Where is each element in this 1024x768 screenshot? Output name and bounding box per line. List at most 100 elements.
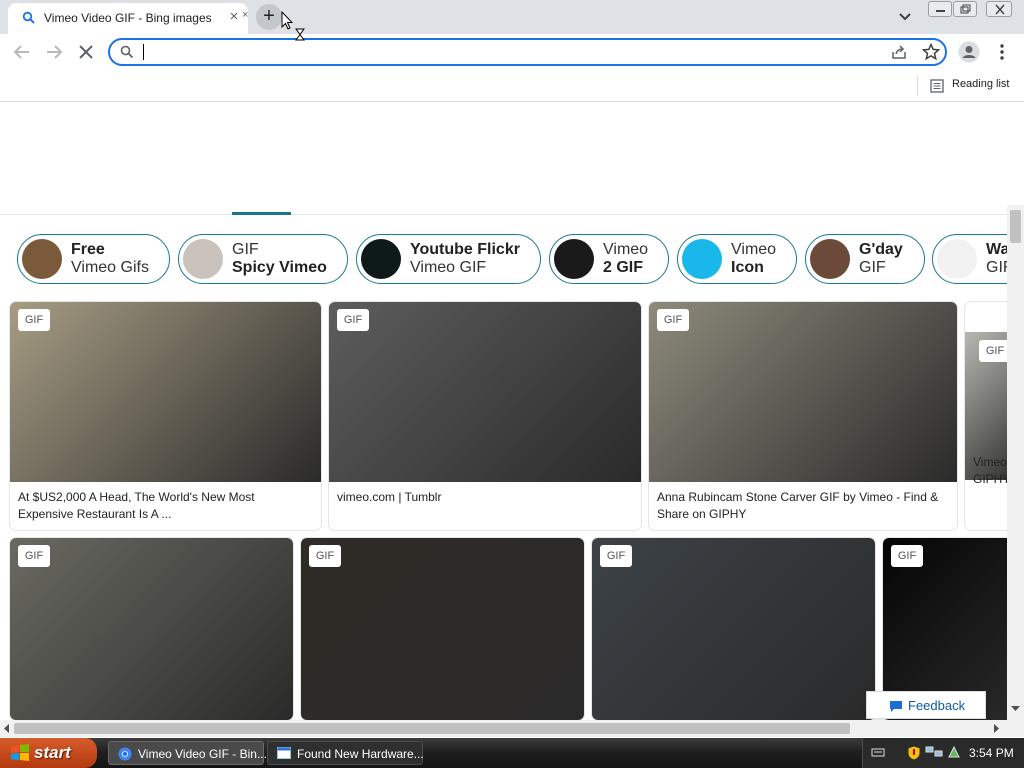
system-tray: 3:54 PM: [862, 738, 1024, 768]
chip-thumbnail: [937, 239, 977, 279]
taskbar-item-label: Vimeo Video GIF - Bin...: [138, 747, 267, 761]
related-search-chip[interactable]: GIF Spicy Vimeo: [178, 234, 348, 284]
result-thumbnail[interactable]: [10, 302, 321, 482]
window-close-button[interactable]: [986, 1, 1012, 17]
tab-close-icon[interactable]: ×: [242, 9, 248, 21]
result-caption[interactable]: Anna Rubincam Stone Carver GIF by Vimeo …: [657, 489, 949, 523]
start-button[interactable]: start: [0, 738, 97, 768]
taskbar-item-hardware[interactable]: Found New Hardware...: [267, 741, 424, 765]
scroll-right-arrow-icon[interactable]: [994, 724, 1000, 733]
chip-thumbnail: [22, 239, 62, 279]
tab-title: Vimeo Video GIF - Bing images: [44, 11, 212, 25]
address-input[interactable]: [142, 43, 872, 61]
related-search-chip[interactable]: Free Vimeo Gifs: [17, 234, 170, 284]
image-result-card[interactable]: GIF Anna Rubincam Stone Carver GIF by Vim…: [649, 302, 957, 530]
horizontal-scrollbar[interactable]: [0, 720, 1024, 737]
chip-label-line1: Wa: [986, 241, 1007, 258]
window-restore-button[interactable]: [953, 1, 977, 17]
gif-badge: GIF: [891, 545, 923, 567]
restore-icon: [960, 4, 971, 14]
chip-thumbnail: [554, 239, 594, 279]
stop-loading-icon[interactable]: [75, 41, 97, 63]
vertical-scrollbar[interactable]: [1007, 205, 1024, 720]
result-caption[interactable]: At $US2,000 A Head, The World's New Most…: [18, 489, 313, 523]
gif-badge: GIF: [18, 309, 50, 331]
feedback-label: Feedback: [908, 698, 966, 713]
security-shield-icon[interactable]: [907, 745, 921, 761]
image-result-card[interactable]: GIF: [301, 538, 584, 720]
window-minimize-button[interactable]: [928, 1, 952, 17]
related-search-chip[interactable]: Youtube Flickr Vimeo GIF: [356, 234, 541, 284]
related-searches: Free Vimeo Gifs GIF Spicy Vimeo Youtube Flic…: [0, 234, 1007, 286]
windows-logo-icon: [11, 744, 29, 761]
keyboard-icon[interactable]: [871, 745, 885, 759]
related-search-chip[interactable]: G'day GIF: [805, 234, 925, 284]
taskbar-item-label: Found New Hardware...: [297, 747, 424, 761]
tab-close-icon[interactable]: ×: [226, 9, 242, 25]
related-search-chip[interactable]: Vimeo 2 GIF: [549, 234, 669, 284]
taskbar-item-browser[interactable]: Vimeo Video GIF - Bin...: [108, 741, 267, 765]
chip-label-line2: Vimeo GIF: [410, 259, 487, 276]
active-scope-indicator: [232, 212, 291, 215]
chip-thumbnail: [183, 239, 223, 279]
back-arrow-icon[interactable]: [11, 41, 33, 63]
image-result-card[interactable]: GIF vimeo.com | Tumblr: [329, 302, 641, 530]
forward-arrow-icon[interactable]: [43, 41, 65, 63]
result-thumbnail[interactable]: [10, 538, 293, 720]
chip-label-line2: Vimeo Gifs: [71, 259, 149, 276]
gif-badge: GIF: [600, 545, 632, 567]
chip-label-line2: 2 GIF: [603, 259, 644, 276]
window-icon: [277, 747, 291, 759]
chip-label-line2: GIF: [859, 259, 886, 276]
image-result-card[interactable]: GIF At $US2,000 A Head, The World's New M…: [10, 302, 321, 530]
result-thumbnail[interactable]: [301, 538, 584, 720]
scroll-left-arrow-icon[interactable]: [4, 724, 10, 733]
browser-tab-active[interactable]: Vimeo Video GIF - Bing images ×: [8, 3, 248, 34]
image-result-card[interactable]: GIF: [592, 538, 875, 720]
browser-toolbar: [0, 34, 1024, 70]
image-result-card[interactable]: GIF: [10, 538, 293, 720]
search-favicon-icon: [22, 11, 35, 24]
reading-list-icon: [930, 79, 944, 93]
chip-label-line1: Youtube Flickr: [410, 241, 520, 258]
page-content: Free Vimeo Gifs GIF Spicy Vimeo Youtube Flic…: [0, 103, 1007, 720]
result-thumbnail[interactable]: [649, 302, 957, 482]
gif-badge: GIF: [657, 309, 689, 331]
vertical-scrollbar-thumb[interactable]: [1010, 210, 1021, 243]
mouse-pointer-icon: [281, 11, 293, 30]
system-clock[interactable]: 3:54 PM: [969, 746, 1014, 760]
new-tab-button[interactable]: +: [256, 4, 282, 30]
bookmark-star-icon[interactable]: [922, 43, 940, 61]
profile-avatar-button[interactable]: [958, 41, 980, 63]
related-search-chip[interactable]: Vimeo Icon: [677, 234, 797, 284]
reading-list-label: Reading list: [952, 78, 1010, 90]
tab-search-chevron-icon[interactable]: [896, 9, 914, 25]
screen: Vimeo Video GIF - Bing images × × + Read…: [0, 0, 1024, 768]
network-icon[interactable]: [925, 745, 943, 759]
result-thumbnail[interactable]: [329, 302, 641, 482]
related-search-chip[interactable]: WaGIF: [932, 234, 1007, 284]
chip-label-line1: Vimeo: [731, 241, 777, 258]
image-result-card[interactable]: GIF Vimeo GIPHY: [965, 302, 1007, 530]
result-caption[interactable]: vimeo.com | Tumblr: [337, 489, 633, 506]
bookmarks-divider: [917, 76, 918, 96]
gif-badge: GIF: [309, 545, 341, 567]
kebab-menu-icon[interactable]: [994, 42, 1010, 62]
address-bar[interactable]: [108, 38, 947, 66]
gif-badge: GIF: [18, 545, 50, 567]
gif-badge: GIF: [979, 340, 1007, 362]
chip-label-line1: Vimeo: [603, 241, 649, 258]
share-icon[interactable]: [890, 44, 908, 60]
result-caption[interactable]: Vimeo GIPHY: [973, 454, 1007, 488]
chip-label-line1: Free: [71, 241, 105, 258]
safely-remove-icon[interactable]: [947, 745, 961, 759]
feedback-button[interactable]: Feedback: [866, 691, 986, 719]
horizontal-scrollbar-thumb[interactable]: [14, 723, 850, 734]
chip-label-line1: G'day: [859, 241, 903, 258]
scroll-down-arrow-icon[interactable]: [1011, 706, 1020, 712]
close-icon: [995, 4, 1005, 15]
person-icon: [959, 42, 979, 62]
result-thumbnail[interactable]: [592, 538, 875, 720]
text-caret: [143, 44, 144, 60]
minimize-icon: [936, 10, 945, 12]
